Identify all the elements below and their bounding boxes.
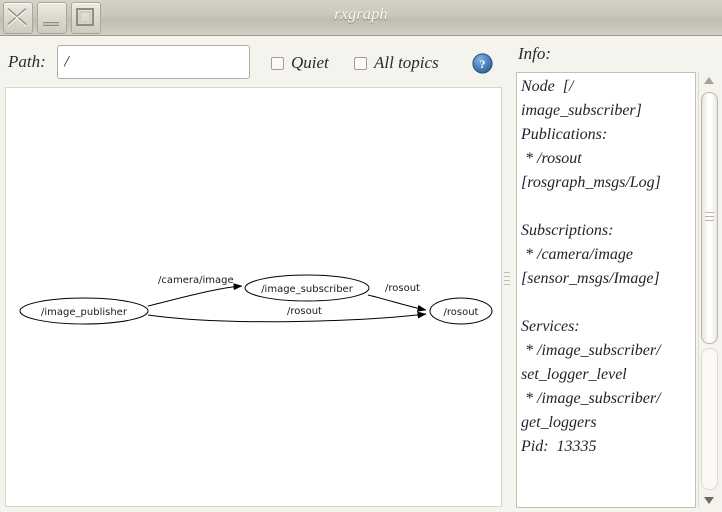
graph-node-rosout[interactable]: /rosout [429, 297, 493, 325]
graph-svg: /camera/image /rosout /rosout /image_pub… [19, 274, 493, 325]
quiet-checkbox[interactable]: Quiet [271, 53, 332, 73]
info-line: * /rosout [521, 150, 582, 167]
info-line: Publications: [521, 126, 608, 143]
scroll-down-button[interactable] [699, 492, 718, 508]
window-title: rxgraph [334, 6, 388, 23]
info-line [521, 195, 691, 219]
info-line: image_subscriber] [521, 102, 642, 119]
quiet-checkbox-box[interactable] [271, 56, 284, 70]
info-line: Subscriptions: [521, 222, 614, 239]
info-line: * /camera/image [521, 246, 633, 263]
info-text-box[interactable]: Node [/ image_subscriber] Publications: … [516, 72, 696, 508]
splitter-grip-icon [504, 272, 510, 294]
scrollbar-grip-icon [705, 212, 714, 224]
edge-label-publisher-rosout: /rosout [287, 306, 322, 317]
help-icon[interactable]: ? [472, 53, 493, 74]
info-line: * /image_subscriber/ [521, 390, 661, 407]
svg-text:?: ? [480, 57, 486, 71]
info-line: Services: [521, 318, 580, 335]
maximize-button[interactable] [71, 2, 101, 34]
title-bar: rxgraph [0, 0, 722, 36]
info-scrollbar[interactable] [698, 72, 718, 508]
all-topics-checkbox[interactable]: All topics [354, 53, 439, 73]
quiet-checkbox-label: Quiet [291, 53, 329, 72]
graph-node-label-image-subscriber: /image_subscriber [261, 284, 354, 295]
info-line [521, 291, 691, 315]
graph-node-image-subscriber[interactable]: /image_subscriber [244, 274, 370, 302]
path-label: Path: [8, 52, 46, 71]
graph-canvas[interactable]: /camera/image /rosout /rosout /image_pub… [5, 87, 502, 507]
panel-splitter[interactable] [503, 87, 511, 507]
rxgraph-window: rxgraph Path: Quiet All topics ? [0, 0, 722, 512]
path-combobox[interactable] [57, 45, 250, 79]
minimize-button[interactable] [37, 2, 67, 34]
info-line: Pid: 13335 [521, 438, 597, 455]
info-line: Node [/ [521, 78, 574, 95]
edge-camera-image [147, 283, 243, 307]
all-topics-checkbox-label: All topics [374, 53, 439, 72]
graph-node-label-image-publisher: /image_publisher [41, 307, 128, 318]
triangle-down-icon [703, 496, 714, 504]
graph-node-image-publisher[interactable]: /image_publisher [19, 297, 149, 325]
info-panel-title: Info: [518, 44, 552, 63]
info-line: get_loggers [521, 414, 597, 431]
edge-label-subscriber-rosout: /rosout [385, 283, 420, 294]
triangle-up-icon [703, 76, 714, 84]
all-topics-checkbox-box[interactable] [354, 56, 367, 70]
close-button[interactable] [3, 2, 33, 34]
info-line: set_logger_level [521, 366, 627, 383]
info-line: * /image_subscriber/ [521, 342, 661, 359]
path-input[interactable] [58, 46, 249, 78]
scrollbar-thumb[interactable] [701, 92, 718, 344]
scrollbar-track[interactable] [701, 348, 718, 490]
window-controls [3, 2, 101, 34]
graph-node-label-rosout: /rosout [444, 307, 479, 318]
edge-label-camera-image: /camera/image [158, 275, 234, 286]
info-line: [rosgraph_msgs/Log] [521, 174, 661, 191]
edge-subscriber-rosout [367, 294, 427, 312]
info-line: [sensor_msgs/Image] [521, 270, 660, 287]
scroll-up-button[interactable] [699, 72, 718, 88]
